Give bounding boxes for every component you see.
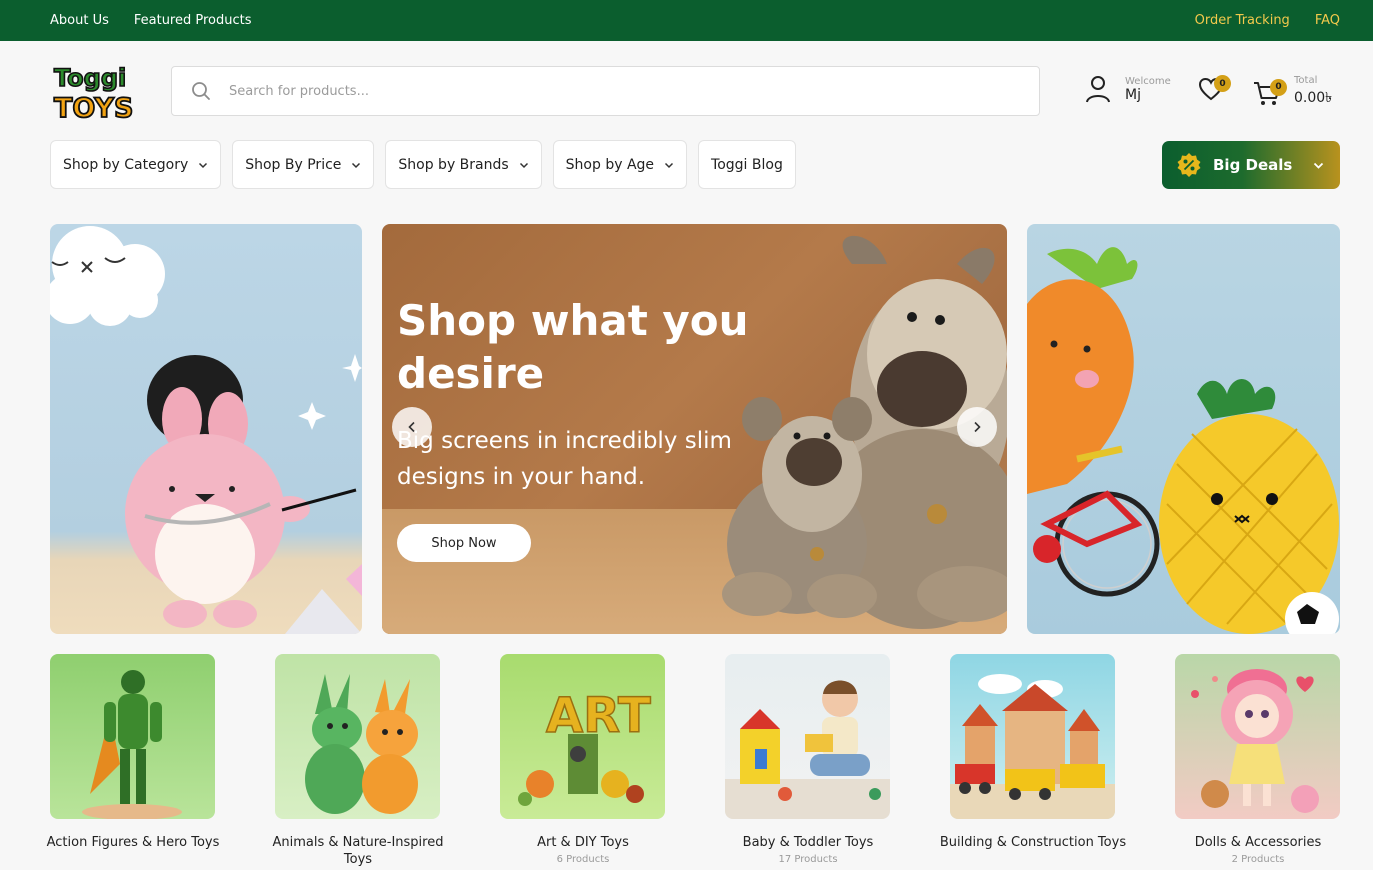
category-count: 2 Products xyxy=(1231,854,1285,865)
category-name: Building & Construction Toys xyxy=(939,835,1127,850)
category-thumbnail xyxy=(725,654,890,819)
svg-text:ART: ART xyxy=(546,688,651,744)
chevron-down-icon xyxy=(665,162,674,168)
carousel-prev-button[interactable] xyxy=(392,407,432,447)
category-art-diy[interactable]: ART Art & DIY Toys 6 Products xyxy=(500,654,665,865)
category-action-figures[interactable]: Action Figures & Hero Toys xyxy=(47,654,219,851)
nav-toggi-blog[interactable]: Toggi Blog xyxy=(698,140,796,189)
category-thumbnail xyxy=(275,654,440,819)
search-icon[interactable] xyxy=(191,81,211,101)
category-count: 17 Products xyxy=(778,854,838,865)
category-name: Art & DIY Toys xyxy=(537,835,629,850)
user-icon xyxy=(1086,76,1110,103)
category-name: Dolls & Accessories xyxy=(1194,835,1322,850)
wishlist-count-badge: 0 xyxy=(1214,75,1231,92)
category-thumbnail xyxy=(950,654,1115,819)
category-thumbnail: ART xyxy=(500,654,665,819)
cart-button[interactable]: 0 Total 0.00৳ xyxy=(1252,75,1332,110)
svg-text:TOYS: TOYS xyxy=(54,93,133,122)
category-nav: Shop by Category Shop By Price Shop by B… xyxy=(50,140,796,189)
chevron-down-icon xyxy=(1313,162,1324,169)
category-thumbnail xyxy=(1175,654,1340,819)
carousel-next-button[interactable] xyxy=(957,407,997,447)
cart-count-badge: 0 xyxy=(1270,78,1287,96)
top-bar: About Us Featured Products Order Trackin… xyxy=(0,0,1373,41)
nav-label: Shop by Category xyxy=(63,156,189,173)
site-logo[interactable]: Toggi TOYS xyxy=(48,60,134,125)
nav-shop-by-age[interactable]: Shop by Age xyxy=(552,140,688,189)
banner-left[interactable] xyxy=(50,224,362,634)
big-deals-button[interactable]: Big Deals xyxy=(1162,141,1340,189)
chevron-down-icon xyxy=(352,162,361,168)
big-deals-label: Big Deals xyxy=(1213,156,1293,174)
wishlist-button[interactable]: 0 xyxy=(1198,75,1231,105)
top-bar-right-links: Order Tracking FAQ xyxy=(1195,0,1340,41)
category-thumbnail xyxy=(50,654,215,819)
nav-shop-by-brands[interactable]: Shop by Brands xyxy=(385,140,542,189)
account-menu[interactable]: Welcome Mj xyxy=(1085,75,1171,103)
nav-shop-by-price[interactable]: Shop By Price xyxy=(232,140,375,189)
user-name: Mj xyxy=(1125,86,1141,103)
category-name: Action Figures & Hero Toys xyxy=(46,835,220,850)
nav-label: Toggi Blog xyxy=(711,156,783,173)
search-bar xyxy=(171,66,1040,116)
hero-banner: Shop what you desire Big screens in incr… xyxy=(382,224,1007,634)
category-animals-nature[interactable]: Animals & Nature-Inspired Toys xyxy=(273,654,443,868)
search-input[interactable] xyxy=(229,77,1019,105)
nav-label: Shop by Age xyxy=(565,156,655,173)
category-baby-toddler[interactable]: Baby & Toddler Toys 17 Products xyxy=(725,654,890,865)
nav-label: Shop by Brands xyxy=(398,156,509,173)
hero-subtitle: Big screens in incredibly slim designs i… xyxy=(397,428,732,490)
nav-shop-by-category[interactable]: Shop by Category xyxy=(50,140,222,189)
nav-label: Shop By Price xyxy=(245,156,342,173)
pink-bunny-image xyxy=(50,226,362,634)
hero-title: Shop what you desire xyxy=(397,296,749,398)
featured-products-link[interactable]: Featured Products xyxy=(134,13,252,28)
top-bar-left-links: About Us Featured Products xyxy=(50,0,252,41)
category-name: Baby & Toddler Toys xyxy=(742,835,874,850)
faq-link[interactable]: FAQ xyxy=(1315,13,1340,28)
cart-total-value: 0.00৳ xyxy=(1294,90,1333,106)
chevron-left-icon xyxy=(408,421,415,433)
order-tracking-link[interactable]: Order Tracking xyxy=(1195,13,1290,28)
category-name: Animals & Nature-Inspired Toys xyxy=(272,835,444,867)
about-us-link[interactable]: About Us xyxy=(50,13,109,28)
chevron-down-icon xyxy=(519,162,528,168)
category-building-construction[interactable]: Building & Construction Toys xyxy=(940,654,1126,851)
category-count: 6 Products xyxy=(556,854,610,865)
welcome-label: Welcome xyxy=(1125,75,1171,87)
shop-now-button[interactable]: Shop Now xyxy=(397,524,531,562)
cart-total-label: Total xyxy=(1294,75,1318,86)
plush-fruit-image xyxy=(1027,247,1339,634)
chevron-right-icon xyxy=(974,421,981,433)
percent-badge-icon xyxy=(1177,153,1201,177)
chevron-down-icon xyxy=(199,162,208,168)
category-strip: Action Figures & Hero Toys Animals & Nat… xyxy=(47,654,1340,870)
category-dolls-accessories[interactable]: Dolls & Accessories 2 Products xyxy=(1175,654,1340,865)
banner-right[interactable] xyxy=(1027,224,1340,634)
svg-text:Toggi: Toggi xyxy=(54,64,126,92)
